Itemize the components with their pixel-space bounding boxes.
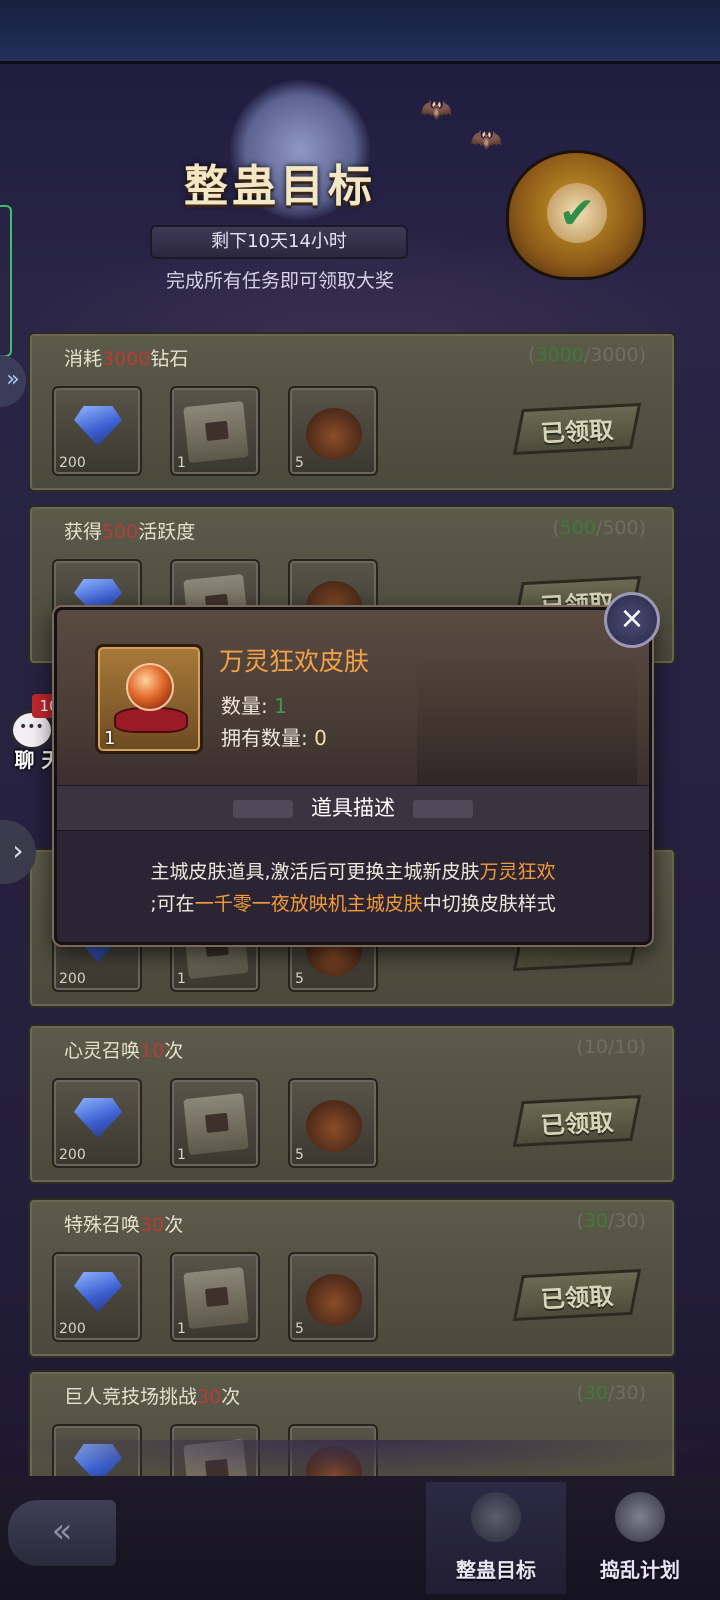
countdown-timer: 剩下10天14小时 xyxy=(150,225,408,259)
back-arrow-icon[interactable]: « xyxy=(8,1500,116,1566)
task-title: 巨人竞技场挑战30次 xyxy=(64,1386,241,1408)
pumpkin-bag-icon xyxy=(306,408,362,460)
task-card: 心灵召唤10次 (10/10) 200 1 5 已领取 xyxy=(28,1024,676,1184)
description-line: ;可在一千零一夜放映机主城皮肤中切换皮肤样式 xyxy=(150,893,556,915)
bottom-ornament xyxy=(0,1440,720,1480)
task-card: 特殊召唤30次 (30/30) 200 1 5 已领取 xyxy=(28,1198,676,1358)
checkmark-icon: ✔ xyxy=(547,183,607,243)
description-line: 主城皮肤道具,激活后可更换主城新皮肤万灵狂欢 xyxy=(150,861,556,883)
task-progress: (500/500) xyxy=(552,517,646,539)
quantity-row: 数量: 1 xyxy=(221,694,287,718)
item-name: 万灵狂欢皮肤 xyxy=(219,647,370,676)
task-progress: (10/10) xyxy=(576,1036,646,1058)
pumpkin-icon xyxy=(471,1492,521,1542)
expand-icon[interactable]: » xyxy=(0,355,26,407)
banner-title: 整蛊目标 xyxy=(184,161,376,212)
top-frame xyxy=(0,0,720,64)
popup-header: 1 万灵狂欢皮肤 数量: 1 拥有数量: 0 xyxy=(57,610,649,785)
task-card: 消耗3000钻石 (3000/3000) 200 1 5 已领取 xyxy=(28,332,676,492)
diamond-icon xyxy=(74,406,122,446)
side-panel-tab[interactable] xyxy=(0,205,12,357)
diamond-icon xyxy=(74,1098,122,1138)
reward-slot-diamond[interactable]: 200 xyxy=(52,1252,142,1342)
tab-mischief-plan[interactable]: 捣乱计划 xyxy=(570,1482,710,1594)
task-title: 心灵召唤10次 xyxy=(64,1040,184,1062)
reward-slot-pumpkin-bag[interactable]: 5 xyxy=(288,1078,378,1168)
task-title: 消耗3000钻石 xyxy=(64,348,189,370)
event-screen: 🦇 🦇 整蛊目标 剩下10天14小时 完成所有任务即可领取大奖 ✔ 消耗3000… xyxy=(0,0,720,1600)
reward-slot-diamond[interactable]: 200 xyxy=(52,386,142,476)
scroll-icon xyxy=(183,401,249,463)
castle-decoration xyxy=(417,650,637,785)
tab-label: 整蛊目标 xyxy=(456,1558,536,1582)
item-icon-frame: 1 xyxy=(95,644,203,754)
pumpkin-bag-icon xyxy=(306,1274,362,1326)
reward-slot-scroll[interactable]: 1 xyxy=(170,1078,260,1168)
item-qty-badge: 1 xyxy=(104,728,116,749)
scroll-icon xyxy=(183,1267,249,1329)
reward-slot-scroll[interactable]: 1 xyxy=(170,386,260,476)
claimed-badge: 已领取 xyxy=(512,1268,642,1322)
tab-prank-goals[interactable]: 整蛊目标 xyxy=(426,1482,566,1594)
task-progress: (30/30) xyxy=(576,1382,646,1404)
ghost-icon xyxy=(615,1492,665,1542)
owned-row: 拥有数量: 0 xyxy=(221,726,327,750)
close-icon[interactable]: × xyxy=(604,592,660,648)
event-banner: 整蛊目标 xyxy=(130,150,430,214)
reward-slot-scroll[interactable]: 1 xyxy=(170,1252,260,1342)
task-title: 获得500活跃度 xyxy=(64,521,196,543)
scroll-icon xyxy=(183,1093,249,1155)
event-subtitle: 完成所有任务即可领取大奖 xyxy=(165,270,394,292)
item-detail-popup: 1 万灵狂欢皮肤 数量: 1 拥有数量: 0 道具描述 主城皮肤道具,激活后可更… xyxy=(54,607,652,945)
claimed-badge: 已领取 xyxy=(512,1094,642,1148)
task-progress: (30/30) xyxy=(576,1210,646,1232)
diamond-icon xyxy=(74,1272,122,1312)
description-body: 主城皮肤道具,激活后可更换主城新皮肤万灵狂欢 ;可在一千零一夜放映机主城皮肤中切… xyxy=(57,831,649,942)
bat-icon: 🦇 xyxy=(470,125,503,155)
bottom-nav: « 整蛊目标 捣乱计划 xyxy=(0,1476,720,1600)
description-header: 道具描述 xyxy=(57,785,649,831)
reward-slot-diamond[interactable]: 200 xyxy=(52,1078,142,1168)
grand-prize-pumpkin[interactable]: ✔ xyxy=(506,150,646,280)
claimed-badge: 已领取 xyxy=(512,402,642,456)
task-progress: (3000/3000) xyxy=(528,344,646,366)
description-title: 道具描述 xyxy=(311,796,395,820)
tab-label: 捣乱计划 xyxy=(600,1558,680,1582)
reward-slot-pumpkin-bag[interactable]: 5 xyxy=(288,1252,378,1342)
pumpkin-bag-icon xyxy=(306,1100,362,1152)
crystal-ball-icon xyxy=(126,663,174,711)
bat-icon: 🦇 xyxy=(420,95,453,125)
task-title: 特殊召唤30次 xyxy=(64,1214,184,1236)
reward-slot-pumpkin-bag[interactable]: 5 xyxy=(288,386,378,476)
